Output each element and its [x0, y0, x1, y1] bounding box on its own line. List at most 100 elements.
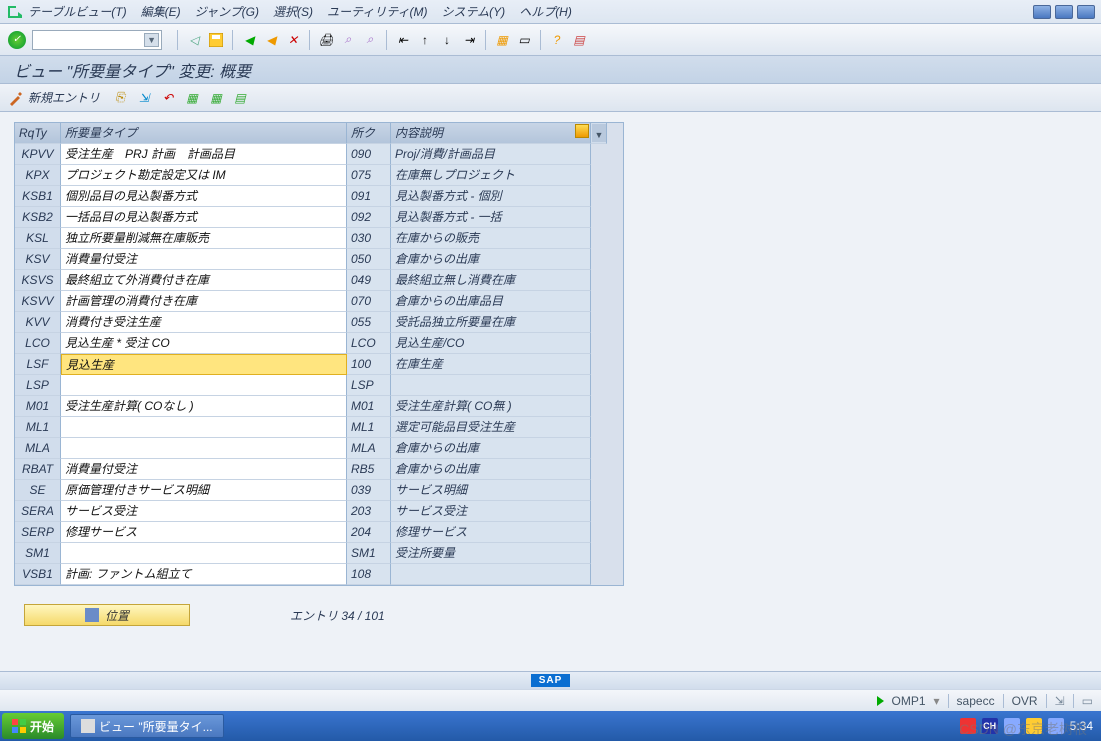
row-key[interactable]: RBAT: [15, 459, 61, 480]
row-type[interactable]: [61, 543, 347, 564]
command-field[interactable]: [32, 30, 162, 50]
row-key[interactable]: M01: [15, 396, 61, 417]
row-type[interactable]: 消費量付受注: [61, 249, 347, 270]
row-key[interactable]: LSF: [15, 354, 61, 375]
row-desc: [391, 564, 591, 585]
watermark: CSDN @东京老树根: [959, 719, 1087, 739]
row-key[interactable]: KSB2: [15, 207, 61, 228]
row-type[interactable]: [61, 375, 347, 396]
row-key[interactable]: KSVS: [15, 270, 61, 291]
deselect-all-icon[interactable]: ▦: [207, 89, 225, 107]
row-type[interactable]: 計画管理の消費付き在庫: [61, 291, 347, 312]
row-key[interactable]: KVV: [15, 312, 61, 333]
back-green-icon[interactable]: ◀: [240, 31, 258, 49]
col-header-type[interactable]: 所要量タイプ: [61, 123, 347, 144]
row-type[interactable]: 一括品目の見込製番方式: [61, 207, 347, 228]
column-settings-icon[interactable]: [575, 124, 589, 138]
row-desc: 見込生産/CO: [391, 333, 591, 354]
minimize-button[interactable]: [1033, 5, 1051, 19]
undo-icon[interactable]: ↶: [159, 89, 177, 107]
menu-system[interactable]: システム(Y): [442, 3, 506, 20]
vertical-scrollbar[interactable]: ▲ ▼: [591, 123, 607, 144]
row-type[interactable]: [61, 438, 347, 459]
row-type[interactable]: 見込生産 * 受注 CO: [61, 333, 347, 354]
shortcut-icon[interactable]: ▭: [515, 31, 533, 49]
scroll-down-icon[interactable]: ▼: [592, 128, 606, 142]
find-next-icon[interactable]: ⌕: [361, 31, 379, 49]
layout-icon[interactable]: ⇲: [1055, 694, 1065, 708]
row-key[interactable]: KPX: [15, 165, 61, 186]
close-button[interactable]: [1077, 5, 1095, 19]
select-all-icon[interactable]: ▦: [183, 89, 201, 107]
exit-yellow-icon[interactable]: ◀: [262, 31, 280, 49]
row-type[interactable]: 計画: ファントム組立て: [61, 564, 347, 585]
print-icon[interactable]: 🖨: [317, 31, 335, 49]
find-icon[interactable]: ⌕: [339, 31, 357, 49]
row-type[interactable]: 最終組立て外消費付き在庫: [61, 270, 347, 291]
menu-utilities[interactable]: ユーティリティ(M): [327, 3, 428, 20]
row-key[interactable]: SERA: [15, 501, 61, 522]
toggle-icon[interactable]: [8, 90, 24, 106]
row-key[interactable]: LSP: [15, 375, 61, 396]
row-type[interactable]: プロジェクト勘定設定又は IM: [61, 165, 347, 186]
last-page-icon[interactable]: ⇥: [460, 31, 478, 49]
copy-icon[interactable]: ⎘: [111, 89, 129, 107]
help-icon[interactable]: ?: [548, 31, 566, 49]
row-type[interactable]: サービス受注: [61, 501, 347, 522]
row-key[interactable]: KSL: [15, 228, 61, 249]
row-desc: 倉庫からの出庫品目: [391, 291, 591, 312]
menu-tableview[interactable]: テーブルビュー(T): [28, 3, 127, 20]
row-key[interactable]: MLA: [15, 438, 61, 459]
row-type[interactable]: 受注生産 PRJ 計画 計画品目: [61, 144, 347, 165]
row-type[interactable]: 独立所要量削減無在庫販売: [61, 228, 347, 249]
menu-select[interactable]: 選択(S): [273, 3, 313, 20]
row-type[interactable]: 消費付き受注生産: [61, 312, 347, 333]
menu-edit[interactable]: 編集(E): [141, 3, 181, 20]
row-type[interactable]: 原価管理付きサービス明細: [61, 480, 347, 501]
row-class: 108: [347, 564, 391, 585]
enter-icon[interactable]: ✓: [8, 31, 26, 49]
session-indicator-icon[interactable]: [877, 696, 884, 706]
first-page-icon[interactable]: ⇤: [394, 31, 412, 49]
row-key[interactable]: VSB1: [15, 564, 61, 585]
row-key[interactable]: KPVV: [15, 144, 61, 165]
row-type[interactable]: 消費量付受注: [61, 459, 347, 480]
row-desc: 選定可能品目受注生産: [391, 417, 591, 438]
row-key[interactable]: SE: [15, 480, 61, 501]
row-type[interactable]: [61, 417, 347, 438]
col-header-rqty[interactable]: RqTy: [15, 123, 61, 144]
row-key[interactable]: KSV: [15, 249, 61, 270]
row-type[interactable]: 見込生産: [61, 354, 347, 375]
taskbar-item-sap[interactable]: ビュー "所要量タイ...: [70, 714, 224, 738]
row-key[interactable]: KSB1: [15, 186, 61, 207]
row-key[interactable]: LCO: [15, 333, 61, 354]
delete-icon[interactable]: ⇲: [135, 89, 153, 107]
options-icon[interactable]: ▭: [1082, 694, 1093, 708]
row-key[interactable]: SM1: [15, 543, 61, 564]
menu-help[interactable]: ヘルプ(H): [519, 3, 572, 20]
menu-jump[interactable]: ジャンプ(G): [195, 3, 259, 20]
back-icon[interactable]: ◁: [185, 31, 203, 49]
row-type[interactable]: 修理サービス: [61, 522, 347, 543]
save-icon[interactable]: [207, 31, 225, 49]
row-key[interactable]: SERP: [15, 522, 61, 543]
cancel-red-icon[interactable]: ✕: [284, 31, 302, 49]
col-header-class[interactable]: 所ク: [347, 123, 391, 144]
next-page-icon[interactable]: ↓: [438, 31, 456, 49]
row-desc: 受託品独立所要量在庫: [391, 312, 591, 333]
row-key[interactable]: KSVV: [15, 291, 61, 312]
start-button[interactable]: 开始: [2, 713, 64, 739]
row-type[interactable]: 個別品目の見込製番方式: [61, 186, 347, 207]
prev-page-icon[interactable]: ↑: [416, 31, 434, 49]
maximize-button[interactable]: [1055, 5, 1073, 19]
sap-logo: SAP: [531, 674, 571, 687]
config-icon[interactable]: ▤: [231, 89, 249, 107]
new-entries-button[interactable]: 新規エントリ: [28, 89, 100, 106]
row-key[interactable]: ML1: [15, 417, 61, 438]
customize-icon[interactable]: ▤: [570, 31, 588, 49]
new-session-icon[interactable]: ▦: [493, 31, 511, 49]
row-type[interactable]: 受注生産計算( COなし ): [61, 396, 347, 417]
row-desc: サービス受注: [391, 501, 591, 522]
col-header-desc[interactable]: 内容説明: [391, 123, 591, 144]
position-button[interactable]: 位置: [24, 604, 190, 626]
